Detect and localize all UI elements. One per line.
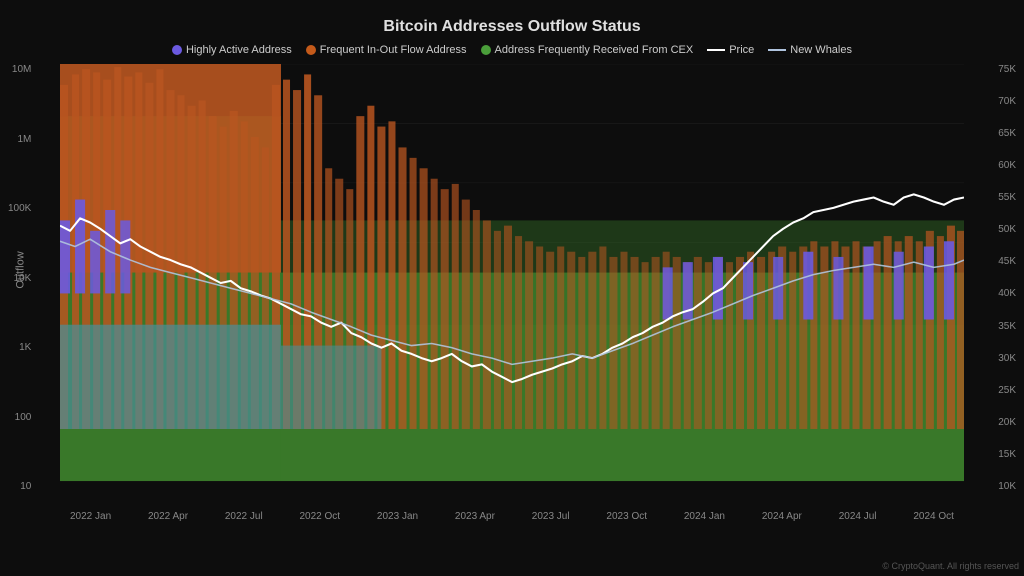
copyright-text: © CryptoQuant. All rights reserved [882, 561, 1019, 571]
legend-item-highly-active: Highly Active Address [172, 44, 292, 56]
chart-area: Outflow 10M 1M 100K 10K 1K 100 10 75K 70… [60, 64, 964, 522]
legend-label-cex: Address Frequently Received From CEX [495, 44, 694, 56]
y-axis-left: 10M 1M 100K 10K 1K 100 10 [8, 64, 31, 492]
chart-title: Bitcoin Addresses Outflow Status [60, 18, 964, 36]
legend-color-highly-active [172, 45, 182, 55]
legend-label-price: Price [729, 44, 754, 56]
y-axis-right: 75K 70K 65K 60K 55K 50K 45K 40K 35K 30K … [998, 64, 1016, 492]
legend-item-frequent: Frequent In-Out Flow Address [306, 44, 467, 56]
chart-svg [60, 64, 964, 502]
legend-item-price: Price [707, 44, 754, 56]
legend-color-frequent [306, 45, 316, 55]
chart-container: Bitcoin Addresses Outflow Status Highly … [0, 0, 1024, 576]
legend-label-frequent: Frequent In-Out Flow Address [320, 44, 467, 56]
legend-label-highly-active: Highly Active Address [186, 44, 292, 56]
x-axis: 2022 Jan 2022 Apr 2022 Jul 2022 Oct 2023… [60, 511, 964, 522]
legend-color-cex [481, 45, 491, 55]
legend-label-whales: New Whales [790, 44, 852, 56]
legend: Highly Active Address Frequent In-Out Fl… [60, 44, 964, 56]
legend-color-whales [768, 49, 786, 51]
legend-item-whales: New Whales [768, 44, 852, 56]
legend-item-cex: Address Frequently Received From CEX [481, 44, 694, 56]
legend-color-price [707, 49, 725, 51]
